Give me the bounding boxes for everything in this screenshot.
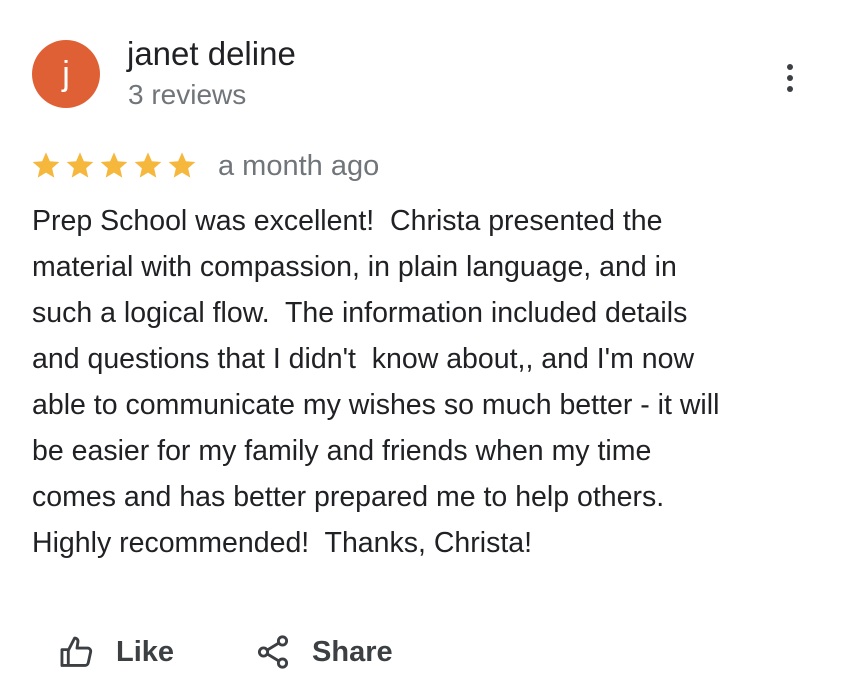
star-icon: [168, 152, 196, 178]
reviewer-name[interactable]: janet deline: [127, 34, 296, 74]
star-icon: [32, 152, 60, 178]
avatar[interactable]: j: [32, 40, 100, 108]
like-label: Like: [116, 635, 175, 668]
thumbs-up-icon: [60, 636, 93, 667]
review-count[interactable]: 3 reviews: [128, 78, 246, 112]
review-text-line: and questions that I didn't know about,,…: [32, 343, 695, 375]
review-text-line: Prep School was excellent! Christa prese…: [32, 205, 663, 237]
share-label: Share: [312, 635, 393, 668]
star-rating: [30, 150, 198, 182]
share-icon: [257, 635, 289, 669]
like-button[interactable]: Like: [58, 633, 174, 671]
avatar-initial: j: [62, 55, 70, 93]
more-vert-icon: [787, 64, 793, 92]
review-text-line: be easier for my family and friends when…: [32, 435, 652, 467]
review-text-line: Highly recommended! Thanks, Christa!: [32, 527, 533, 559]
rating-row: a month ago: [30, 146, 379, 186]
star-icon: [134, 152, 162, 178]
review-date: a month ago: [218, 149, 380, 182]
review-actions: Like Share: [58, 628, 393, 676]
review-text-line: comes and has better prepared me to help…: [32, 481, 665, 513]
more-options-button[interactable]: [774, 58, 806, 98]
review-text: Prep School was excellent! Christa prese…: [32, 198, 832, 566]
share-button[interactable]: Share: [254, 633, 393, 671]
review-text-line: material with compassion, in plain langu…: [32, 251, 677, 283]
star-icon: [66, 152, 94, 178]
review-text-line: such a logical flow. The information inc…: [32, 297, 688, 329]
review-card: j janet deline 3 reviews a month ago Pre…: [0, 0, 850, 700]
star-icon: [100, 152, 128, 178]
review-text-line: able to communicate my wishes so much be…: [32, 389, 720, 421]
